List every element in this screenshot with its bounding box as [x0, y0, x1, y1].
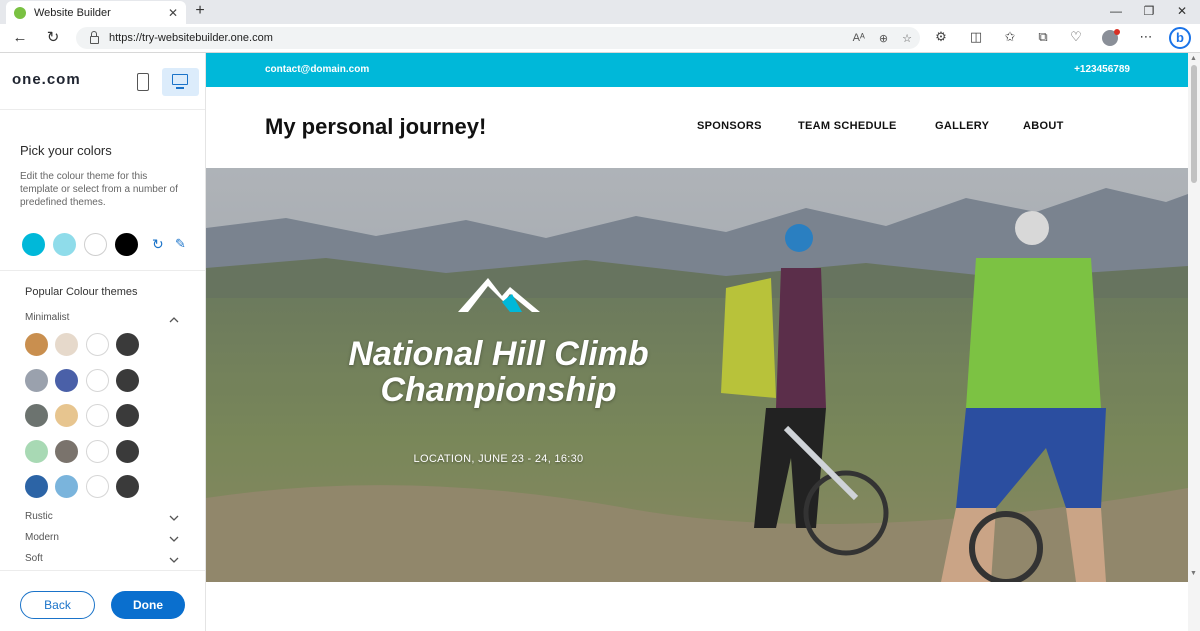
current-color-swatch[interactable]	[115, 233, 138, 256]
chevron-up-icon[interactable]	[168, 313, 180, 325]
hero-title[interactable]: National Hill Climb Championship	[286, 336, 711, 408]
theme-group-rustic[interactable]: Rustic	[25, 511, 53, 522]
theme-color-swatch[interactable]	[25, 404, 48, 427]
extensions-icon[interactable]: ⚙	[932, 29, 950, 45]
url-text: https://try-websitebuilder.one.com	[109, 32, 273, 44]
site-title[interactable]: My personal journey!	[265, 114, 486, 140]
theme-color-swatch[interactable]	[55, 368, 78, 392]
theme-color-swatch[interactable]	[55, 439, 78, 463]
tab-close-icon[interactable]: ✕	[168, 6, 178, 20]
nav-sponsors[interactable]: SPONSORS	[697, 120, 762, 132]
address-bar[interactable]: https://try-websitebuilder.one.com Aᴬ ⊕ …	[76, 27, 920, 49]
site-header: My personal journey! SPONSORS TEAM SCHED…	[206, 87, 1188, 168]
theme-color-swatch[interactable]	[116, 439, 139, 463]
theme-group-modern[interactable]: Modern	[25, 532, 59, 543]
hero-section: National Hill Climb Championship LOCATIO…	[206, 168, 1188, 582]
read-aloud-icon[interactable]: Aᴬ	[853, 32, 865, 44]
nav-about[interactable]: ABOUT	[1023, 120, 1064, 132]
theme-color-swatch[interactable]	[25, 368, 48, 392]
pick-colors-description: Edit the colour theme for this template …	[20, 171, 178, 208]
theme-color-swatch[interactable]	[55, 475, 78, 498]
panel-divider	[0, 109, 205, 110]
mobile-view-icon[interactable]	[137, 73, 149, 91]
theme-color-swatch[interactable]	[55, 333, 78, 356]
contact-email[interactable]: contact@domain.com	[265, 64, 369, 75]
hero-title-line-1: National Hill Climb	[348, 335, 649, 373]
site-contact-bar: contact@domain.com +123456789	[206, 53, 1188, 87]
current-color-swatch[interactable]	[84, 233, 107, 256]
bing-copilot-icon[interactable]: b	[1169, 27, 1191, 49]
profile-avatar[interactable]	[1102, 29, 1120, 46]
theme-color-swatch[interactable]	[116, 368, 139, 392]
desktop-monitor-icon	[172, 74, 188, 89]
theme-group-minimalist[interactable]: Minimalist	[25, 312, 69, 323]
nav-team-schedule[interactable]: TEAM SCHEDULE	[798, 120, 897, 132]
browser-essentials-icon[interactable]: ♡	[1067, 29, 1085, 45]
chevron-down-icon[interactable]	[168, 532, 180, 544]
theme-color-swatch[interactable]	[86, 439, 109, 463]
theme-color-swatch[interactable]	[116, 475, 139, 498]
collections-icon[interactable]: ⧉	[1034, 29, 1052, 45]
site-favicon-icon	[14, 6, 26, 19]
chevron-down-icon[interactable]	[168, 511, 180, 523]
chevron-down-icon[interactable]	[168, 553, 180, 565]
edit-colors-icon[interactable]: ✎	[175, 236, 186, 252]
hero-subtitle[interactable]: LOCATION, JUNE 23 - 24, 16:30	[376, 453, 621, 465]
theme-group-soft[interactable]: Soft	[25, 553, 43, 564]
scrollbar-thumb[interactable]	[1191, 65, 1197, 183]
theme-color-swatch[interactable]	[25, 439, 48, 463]
more-options-icon[interactable]: ⋯	[1137, 29, 1155, 45]
pick-colors-heading: Pick your colors	[20, 143, 112, 158]
panel-divider	[0, 270, 205, 271]
nav-gallery[interactable]: GALLERY	[935, 120, 989, 132]
scroll-up-arrow-icon[interactable]: ▲	[1190, 55, 1197, 62]
zoom-icon[interactable]: ⊕	[879, 32, 888, 45]
favorite-star-icon[interactable]: ☆	[902, 32, 912, 45]
theme-color-swatch[interactable]	[25, 333, 48, 356]
theme-color-swatch[interactable]	[86, 404, 109, 427]
minimize-button[interactable]: —	[1106, 4, 1126, 18]
website-preview: contact@domain.com +123456789 My persona…	[206, 53, 1188, 631]
editor-panel: one.com Pick your colors Edit the colour…	[0, 53, 206, 631]
popular-themes-heading: Popular Colour themes	[25, 286, 138, 298]
theme-color-swatch[interactable]	[25, 475, 48, 498]
done-button[interactable]: Done	[111, 591, 185, 619]
maximize-button[interactable]: ❐	[1139, 4, 1159, 18]
new-tab-button[interactable]: +	[191, 2, 209, 20]
browser-tabbar: Website Builder ✕ + — ❐ ✕	[0, 0, 1200, 24]
contact-phone[interactable]: +123456789	[1074, 64, 1130, 75]
favorites-icon[interactable]: ✩	[1001, 29, 1019, 45]
hero-title-line-2: Championship	[380, 371, 617, 409]
close-window-button[interactable]: ✕	[1172, 4, 1192, 18]
browser-tab[interactable]: Website Builder ✕	[6, 1, 186, 24]
back-arrow-icon[interactable]: ←	[9, 28, 31, 48]
browser-toolbar: ← ↻ https://try-websitebuilder.one.com A…	[0, 24, 1200, 53]
reset-colors-icon[interactable]: ↻	[152, 236, 164, 253]
theme-color-swatch[interactable]	[86, 333, 109, 356]
back-button[interactable]: Back	[20, 591, 95, 619]
current-color-swatch[interactable]	[53, 233, 76, 256]
reload-icon[interactable]: ↻	[42, 28, 64, 48]
scroll-down-arrow-icon[interactable]: ▼	[1190, 570, 1197, 577]
split-screen-icon[interactable]: ◫	[967, 29, 985, 45]
lock-icon	[90, 31, 99, 44]
current-color-swatch[interactable]	[22, 233, 45, 256]
preview-scrollbar[interactable]: ▲ ▼	[1188, 53, 1200, 631]
theme-color-swatch[interactable]	[86, 475, 109, 498]
theme-color-swatch[interactable]	[86, 368, 109, 392]
mountain-logo-icon	[458, 278, 540, 312]
one-com-logo: one.com	[12, 71, 81, 88]
desktop-view-button[interactable]	[162, 68, 199, 96]
theme-color-swatch[interactable]	[116, 404, 139, 427]
theme-color-swatch[interactable]	[116, 333, 139, 356]
theme-color-swatch[interactable]	[55, 404, 78, 427]
tab-title: Website Builder	[34, 6, 111, 19]
panel-divider	[0, 570, 205, 571]
